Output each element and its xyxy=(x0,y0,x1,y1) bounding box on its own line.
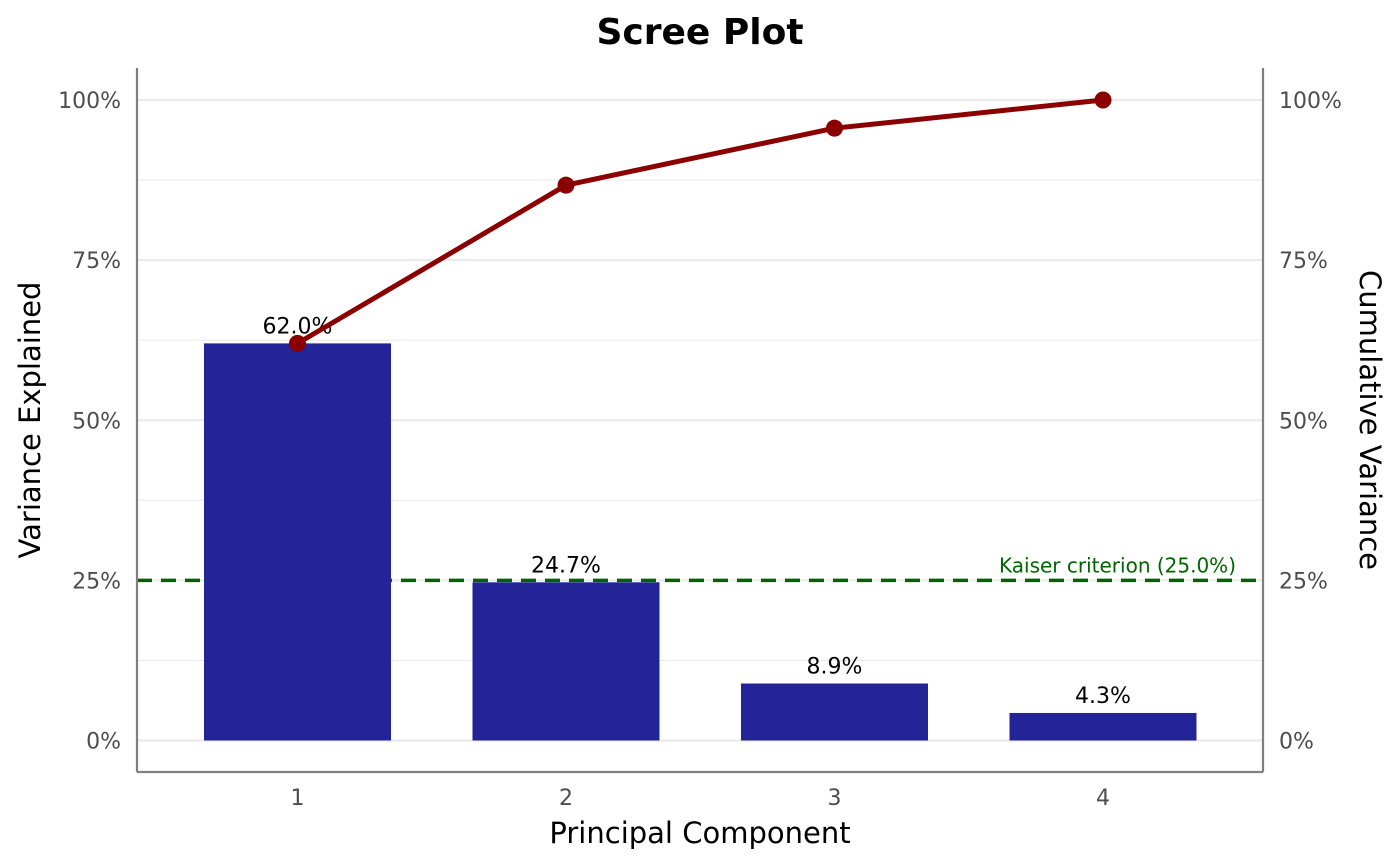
y-tick-label-right: 25% xyxy=(1279,569,1328,594)
y-axis-title-left: Variance Explained xyxy=(13,282,47,559)
y-tick-label-right: 100% xyxy=(1279,89,1342,114)
bar-pc3 xyxy=(741,683,928,741)
x-tick-label: 3 xyxy=(828,786,842,811)
y-tick-label-left: 50% xyxy=(72,409,121,434)
cumulative-point-pc3 xyxy=(826,119,843,137)
cumulative-point-pc4 xyxy=(1094,91,1112,109)
y-tick-label-left: 25% xyxy=(72,569,121,594)
y-tick-label-left: 75% xyxy=(72,249,121,274)
chart-title: Scree Plot xyxy=(596,12,803,53)
y-tick-label-left: 0% xyxy=(86,730,121,755)
x-tick-label: 4 xyxy=(1096,786,1110,811)
cumulative-line-group xyxy=(289,91,1112,352)
x-axis-title: Principal Component xyxy=(549,816,850,850)
bar-pc4 xyxy=(1009,712,1197,741)
y-axis-title-right: Cumulative Variance xyxy=(1353,270,1387,570)
x-tick-label: 1 xyxy=(291,786,305,811)
bar-data-label-pc3: 8.9% xyxy=(807,654,863,679)
bar-pc2 xyxy=(472,582,660,741)
bar-data-label-pc4: 4.3% xyxy=(1075,684,1131,709)
cumulative-variance-line xyxy=(295,97,1106,346)
variance-bars: 62.0%24.7%8.9%4.3% xyxy=(204,314,1197,741)
y-tick-label-right: 50% xyxy=(1279,409,1328,434)
x-tick-label: 2 xyxy=(559,786,573,811)
cumulative-point-pc1 xyxy=(289,334,306,352)
kaiser-criterion-label: Kaiser criterion (25.0%) xyxy=(999,553,1236,577)
scree-plot-chart: Kaiser criterion (25.0%) 62.0%24.7%8.9%4… xyxy=(13,12,1387,850)
y-tick-label-right: 75% xyxy=(1279,249,1328,274)
bar-pc1 xyxy=(204,343,391,741)
bar-data-label-pc2: 24.7% xyxy=(531,553,601,578)
y-tick-label-right: 0% xyxy=(1279,730,1314,755)
cumulative-point-pc2 xyxy=(557,176,575,194)
y-tick-label-left: 100% xyxy=(58,89,121,114)
